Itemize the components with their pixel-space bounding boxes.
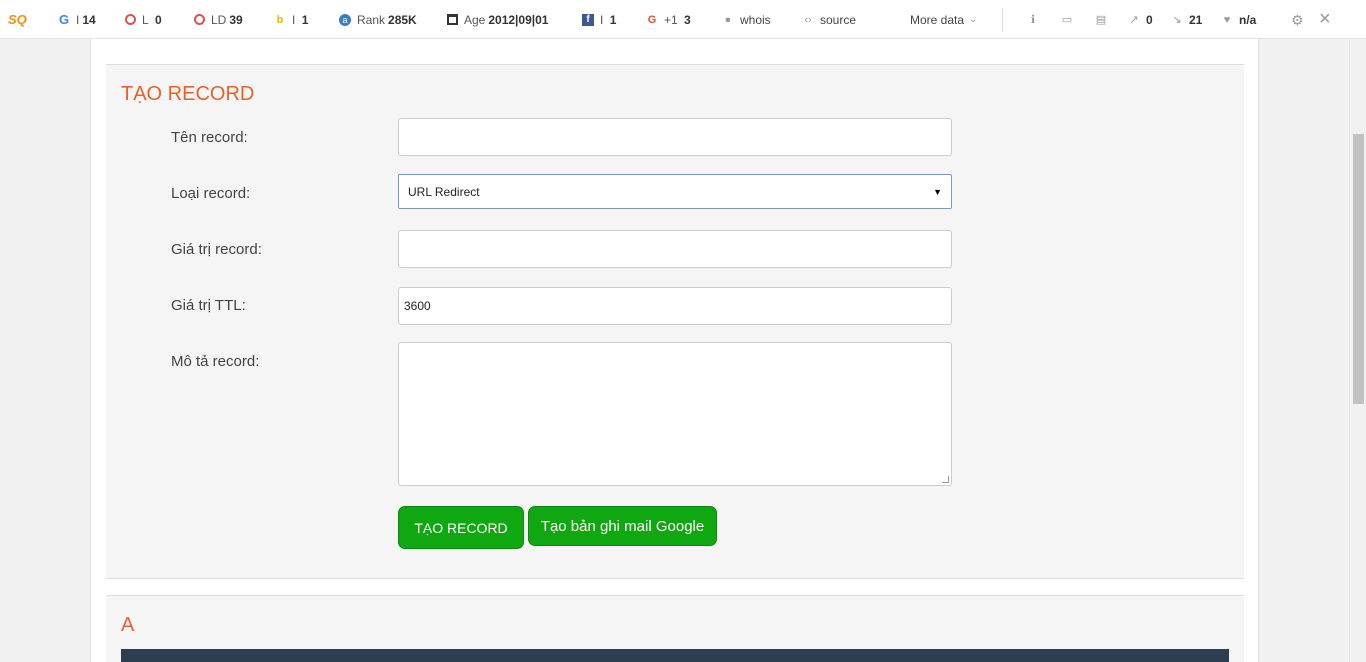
info-icon: ℹ xyxy=(1030,13,1036,26)
code-icon: ‹› xyxy=(804,13,812,26)
create-record-button[interactable]: TẠO RECORD xyxy=(398,506,524,549)
gear-icon: ⚙ xyxy=(1291,11,1304,28)
google-index-prefix: I xyxy=(76,12,80,27)
external-links-value: 0 xyxy=(1146,12,1153,27)
seoquake-toolbar: SQ G I 14 L 0 LD 39 b I 1 a Rank 285K Age 20… xyxy=(0,0,1366,39)
ttl-label: Giá trị TTL: xyxy=(171,297,246,314)
gplus-value: 3 xyxy=(684,12,691,27)
scrollbar-thumb[interactable] xyxy=(1353,134,1364,404)
seoquake-logo-icon: SQ xyxy=(8,12,27,27)
record-type-selected: URL Redirect xyxy=(408,184,480,199)
internal-links-stat[interactable]: ↘ 21 xyxy=(1171,0,1202,39)
links-icon xyxy=(125,14,136,25)
links-prefix: L xyxy=(142,12,149,27)
ld-stat[interactable]: LD 39 xyxy=(194,0,243,39)
info-button[interactable]: ℹ xyxy=(1027,0,1045,39)
gplus-label: +1 xyxy=(664,12,678,27)
whois-link[interactable]: ● whois xyxy=(722,0,771,39)
a-records-title: A xyxy=(121,614,135,636)
close-toolbar-button[interactable]: × xyxy=(1319,0,1331,39)
facebook-icon: f xyxy=(582,13,594,26)
record-value-label: Giá trị record: xyxy=(171,241,262,258)
calendar-icon xyxy=(447,14,458,25)
rank-value: 285K xyxy=(388,12,417,27)
facebook-prefix: I xyxy=(600,12,604,27)
facebook-stat[interactable]: f I 1 xyxy=(582,0,616,39)
source-label: source xyxy=(820,12,857,27)
record-description-label: Mô tả record: xyxy=(171,353,260,370)
heart-icon: ♥ xyxy=(1223,13,1231,26)
monitor-icon: ▭ xyxy=(1061,13,1073,26)
ld-value: 39 xyxy=(229,12,243,27)
ld-icon xyxy=(194,14,205,25)
record-name-input[interactable] xyxy=(398,118,952,156)
toolbar-divider xyxy=(1002,8,1003,32)
gplus-stat[interactable]: G +1 3 xyxy=(646,0,691,39)
alexa-rank-stat[interactable]: a Rank 285K xyxy=(339,0,417,39)
chevron-down-icon: ⌄ xyxy=(969,14,978,25)
google-index-value: 14 xyxy=(82,12,96,27)
scrollbar[interactable] xyxy=(1349,39,1366,662)
bing-value: 1 xyxy=(301,12,309,27)
age-label: Age xyxy=(464,12,486,27)
more-data-dropdown[interactable]: More data ⌄ xyxy=(910,0,977,39)
whois-label: whois xyxy=(740,12,771,27)
internal-links-value: 21 xyxy=(1189,12,1203,27)
record-description-textarea[interactable] xyxy=(398,342,952,486)
bing-stat[interactable]: b I 1 xyxy=(274,0,309,39)
external-links-stat[interactable]: ↗ 0 xyxy=(1128,0,1153,39)
internal-link-icon: ↘ xyxy=(1172,13,1182,26)
document-icon: ▤ xyxy=(1095,13,1107,26)
google-plus-icon: G xyxy=(647,13,657,26)
create-record-title: TẠO RECORD xyxy=(121,83,255,105)
user-icon: ● xyxy=(724,13,732,26)
bing-prefix: I xyxy=(292,12,296,27)
record-name-label: Tên record: xyxy=(171,129,248,146)
records-table-header xyxy=(121,649,1229,662)
settings-button[interactable]: ⚙ xyxy=(1291,0,1309,39)
ttl-input[interactable]: 3600 xyxy=(398,287,952,325)
bing-icon: b xyxy=(276,13,284,26)
more-data-label: More data xyxy=(910,12,965,27)
age-stat[interactable]: Age 2012|09|01 xyxy=(447,0,548,39)
record-type-label: Loại record: xyxy=(171,185,251,202)
social-stat[interactable]: ♥ n/a xyxy=(1221,0,1257,39)
seoquake-logo[interactable]: SQ xyxy=(8,0,27,39)
record-type-select[interactable]: URL Redirect ▼ xyxy=(398,174,952,209)
close-icon: × xyxy=(1319,8,1331,30)
facebook-value: 1 xyxy=(609,12,617,27)
report-button[interactable]: ▤ xyxy=(1095,0,1113,39)
caret-down-icon: ▼ xyxy=(933,186,942,197)
rank-label: Rank xyxy=(357,12,386,27)
alexa-icon: a xyxy=(339,13,351,26)
social-value: n/a xyxy=(1239,12,1257,27)
external-link-icon: ↗ xyxy=(1129,13,1139,26)
google-index-stat[interactable]: G I 14 xyxy=(58,0,96,39)
resize-handle-icon[interactable] xyxy=(942,476,949,483)
age-value: 2012|09|01 xyxy=(488,12,549,27)
links-stat[interactable]: L 0 xyxy=(125,0,162,39)
source-link[interactable]: ‹› source xyxy=(802,0,856,39)
ld-prefix: LD xyxy=(211,12,227,27)
record-value-input[interactable] xyxy=(398,230,952,268)
links-value: 0 xyxy=(155,12,162,27)
density-button[interactable]: ▭ xyxy=(1061,0,1079,39)
create-google-mail-record-button[interactable]: Tạo bản ghi mail Google xyxy=(528,506,717,546)
google-icon: G xyxy=(58,11,70,27)
